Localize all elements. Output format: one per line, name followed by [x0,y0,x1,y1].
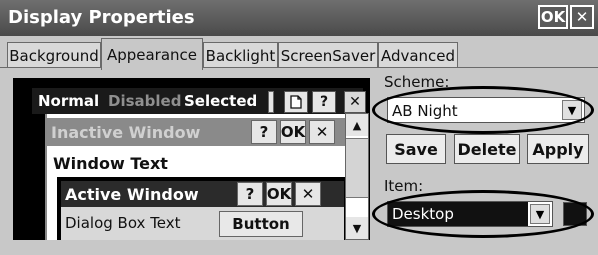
scheme-value: AB Night [392,102,458,120]
delete-button[interactable]: Delete [454,134,520,164]
tab-appearance[interactable]: Appearance [101,38,203,70]
preview-help-button: ? [312,91,336,113]
active-ok-button: OK [266,182,292,206]
new-document-icon [284,91,308,113]
item-value: Desktop [388,202,528,226]
tab-strip: Background Appearance Backlight ScreenSa… [0,36,598,70]
tab-backlight[interactable]: Backlight [203,42,278,68]
inactive-help-button: ? [251,120,277,144]
scroll-thumb[interactable] [346,138,368,198]
ok-button[interactable]: OK [538,5,568,29]
preview-tab-disabled: Disabled [108,92,182,110]
chevron-down-icon[interactable]: ▼ [530,204,550,224]
chevron-down-icon[interactable]: ▼ [562,100,582,120]
inactive-window-title: Inactive Window [51,123,201,142]
apply-button[interactable]: Apply [527,134,589,164]
preview-menu-bar: Normal Disabled Selected ? ✕ [32,88,366,114]
display-properties-window: Display Properties OK ✕ Background Appea… [0,0,598,255]
active-window-titlebar: Active Window ? OK ✕ [61,181,344,207]
preview-tab-selected: Selected [184,92,258,110]
scheme-label: Scheme: [384,73,450,91]
preview-sample-button: Button [219,211,303,237]
scheme-dropdown[interactable]: AB Night ▼ [387,97,585,123]
window-title: Display Properties [8,7,195,28]
color-swatch-button[interactable] [563,202,587,226]
preview-scrollbar[interactable]: ▲ ▼ [345,113,369,240]
scroll-down-icon[interactable]: ▼ [346,217,368,239]
title-bar: Display Properties OK ✕ [0,0,598,36]
preview-close-button: ✕ [344,91,366,113]
preview-tab-normal: Normal [38,92,100,110]
tab-advanced[interactable]: Advanced [378,42,458,68]
inactive-close-button: ✕ [309,120,335,144]
active-help-button: ? [237,182,263,206]
preview-separator [268,91,274,113]
inactive-window-titlebar: Inactive Window ? OK ✕ [47,118,350,146]
item-label: Item: [384,177,424,195]
active-window-title: Active Window [65,185,199,204]
tab-screensaver[interactable]: ScreenSaver [278,42,378,68]
item-dropdown[interactable]: Desktop ▼ [387,201,553,227]
active-window-body: Dialog Box Text Button [61,207,344,240]
active-window-sample: Active Window ? OK ✕ Dialog Box Text But… [57,177,350,240]
scroll-up-icon[interactable]: ▲ [346,114,368,136]
tab-background[interactable]: Background [7,42,101,68]
tab-divider [0,67,598,68]
close-button[interactable]: ✕ [570,5,594,29]
appearance-preview: Normal Disabled Selected ? ✕ Inactive Wi… [13,78,370,240]
window-text-sample: Window Text [53,154,168,173]
inactive-ok-button: OK [280,120,306,144]
preview-pane: Inactive Window ? OK ✕ Window Text Activ… [45,114,350,240]
save-button[interactable]: Save [386,134,446,164]
dialog-box-text: Dialog Box Text [65,214,181,232]
active-close-button: ✕ [295,182,321,206]
